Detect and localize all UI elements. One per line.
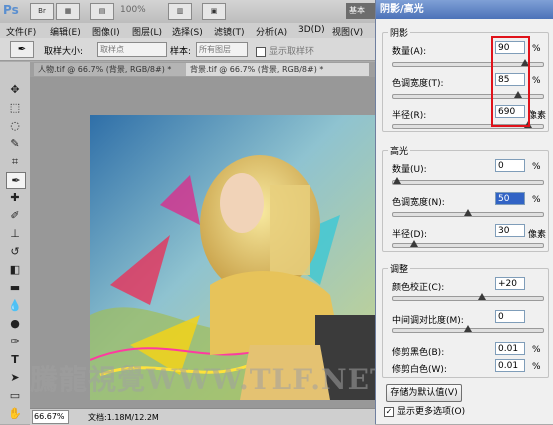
document-tabs: 人物.tif @ 66.7% (背景, RGB/8#) * 背景.tif @ 6…: [30, 62, 375, 77]
marquee-tool-icon[interactable]: ⬚: [6, 100, 24, 115]
crop-tool-icon[interactable]: ⌗: [6, 154, 24, 169]
highlight-annotation-box: [491, 36, 530, 127]
clip-white-input[interactable]: 0.01: [495, 359, 525, 372]
highlight-amount-input[interactable]: 0: [495, 159, 525, 172]
highlight-amount-slider[interactable]: [392, 177, 544, 185]
sample-size-label: 取样大小:: [44, 47, 84, 57]
minibridge-icon[interactable]: ▦: [56, 3, 80, 20]
toolbox: ✥ ⬚ ◌ ✎ ⌗ ✒ ✚ ✐ ⊥ ↺ ◧ ▬ 💧 ● ✑ T ➤ ▭ ✋: [0, 62, 31, 424]
highlight-tonal-slider[interactable]: [392, 209, 544, 217]
highlight-radius-input[interactable]: 30: [495, 224, 525, 237]
status-zoom[interactable]: 66.67%: [32, 410, 69, 424]
midtone-contrast-input[interactable]: 0: [495, 310, 525, 323]
menu-edit[interactable]: 编辑(E): [50, 25, 81, 38]
highlight-radius-unit: 像素: [528, 230, 547, 240]
clip-black-input[interactable]: 0.01: [495, 342, 525, 355]
highlight-tonal-label: 色调宽度(N):: [392, 198, 445, 208]
stamp-tool-icon[interactable]: ⊥: [6, 226, 24, 241]
color-correction-input[interactable]: +20: [495, 277, 525, 290]
shape-tool-icon[interactable]: ▭: [6, 388, 24, 403]
type-tool-icon[interactable]: T: [6, 352, 24, 367]
highlight-radius-slider[interactable]: [392, 240, 544, 248]
sample-size-select[interactable]: 取样点: [97, 42, 167, 57]
clip-black-label: 修剪黑色(B):: [392, 348, 445, 358]
midtone-contrast-slider[interactable]: [392, 325, 544, 333]
shadows-heading: 阴影: [388, 26, 411, 39]
color-correction-slider[interactable]: [392, 293, 544, 301]
eraser-tool-icon[interactable]: ◧: [6, 262, 24, 277]
dodge-tool-icon[interactable]: ●: [6, 316, 24, 331]
highlight-amount-unit: %: [532, 162, 541, 172]
arrange-docs-icon[interactable]: ▥: [168, 3, 192, 20]
shadow-radius-label: 半径(R):: [392, 111, 427, 121]
highlight-radius-label: 半径(D):: [392, 230, 427, 240]
save-default-button[interactable]: 存储为默认值(V): [386, 384, 462, 402]
menu-view[interactable]: 视图(V): [332, 25, 363, 38]
shadow-amount-label: 数量(A):: [392, 47, 427, 57]
healing-tool-icon[interactable]: ✚: [6, 190, 24, 205]
slider-thumb[interactable]: [464, 209, 472, 216]
menu-analysis[interactable]: 分析(A): [256, 25, 287, 38]
shadow-tonal-label: 色调宽度(T):: [392, 79, 444, 89]
highlights-heading: 高光: [388, 144, 411, 157]
view-extras-icon[interactable]: ▤: [90, 3, 114, 20]
history-brush-icon[interactable]: ↺: [6, 244, 24, 259]
shadow-tonal-unit: %: [532, 76, 541, 86]
sample-label: 样本:: [170, 47, 192, 57]
show-ring-checkbox[interactable]: 显示取样环: [256, 44, 314, 57]
status-bar: 66.67% 文档:1.18M/12.2M: [30, 408, 375, 425]
color-correction-label: 颜色校正(C):: [392, 283, 445, 293]
path-select-icon[interactable]: ➤: [6, 370, 24, 385]
move-tool-icon[interactable]: ✥: [6, 82, 24, 97]
menu-3d[interactable]: 3D(D): [298, 25, 325, 35]
highlight-tonal-unit: %: [532, 195, 541, 205]
menu-layer[interactable]: 图层(L): [132, 25, 162, 38]
gradient-tool-icon[interactable]: ▬: [6, 280, 24, 295]
menu-select[interactable]: 选择(S): [172, 25, 203, 38]
show-more-options-checkbox[interactable]: ✓ 显示更多选项(O): [384, 404, 465, 417]
slider-thumb[interactable]: [464, 325, 472, 332]
brush-tool-icon[interactable]: ✐: [6, 208, 24, 223]
slider-thumb[interactable]: [478, 293, 487, 300]
shadow-radius-unit: 像素: [528, 111, 547, 121]
dialog-title: 阴影/高光: [376, 0, 553, 19]
clip-black-unit: %: [532, 345, 541, 355]
menu-image[interactable]: 图像(I): [92, 25, 120, 38]
menu-file[interactable]: 文件(F): [6, 25, 36, 38]
midtone-contrast-label: 中间调对比度(M):: [392, 316, 464, 326]
status-doc-size: 文档:1.18M/12.2M: [88, 413, 159, 422]
checkbox-checked[interactable]: ✓: [384, 406, 394, 417]
quick-select-tool-icon[interactable]: ✎: [6, 136, 24, 151]
checkbox-box[interactable]: [256, 46, 266, 57]
menu-filter[interactable]: 滤镜(T): [214, 25, 245, 38]
show-more-label: 显示更多选项(O): [397, 407, 466, 417]
blur-tool-icon[interactable]: 💧: [6, 298, 24, 313]
pen-tool-icon[interactable]: ✑: [6, 334, 24, 349]
eyedropper-tool-icon[interactable]: ✒: [6, 172, 26, 189]
zoom-level[interactable]: 100%: [120, 5, 146, 15]
highlight-amount-label: 数量(U):: [392, 165, 427, 175]
tab-background[interactable]: 背景.tif @ 66.7% (背景, RGB/8#) *: [186, 63, 369, 76]
clip-white-label: 修剪白色(W):: [392, 365, 447, 375]
adjustments-heading: 调整: [388, 262, 411, 275]
shadow-amount-unit: %: [532, 44, 541, 54]
photoshop-logo: Ps: [3, 3, 19, 17]
tab-person[interactable]: 人物.tif @ 66.7% (背景, RGB/8#) *: [34, 63, 192, 76]
slider-thumb[interactable]: [393, 177, 401, 184]
slider-thumb[interactable]: [410, 240, 419, 247]
bridge-icon[interactable]: Br: [30, 3, 54, 20]
clip-white-unit: %: [532, 362, 541, 372]
eyedropper-preset-icon[interactable]: ✒: [10, 41, 34, 58]
show-ring-label: 显示取样环: [269, 47, 315, 57]
highlight-tonal-input[interactable]: 50: [495, 192, 525, 205]
options-bar: ✒ 取样大小: 取样点 样本: 所有图层 显示取样环: [0, 38, 375, 61]
screen-mode-icon[interactable]: ▣: [202, 3, 226, 20]
sample-select[interactable]: 所有图层: [196, 42, 248, 57]
menu-row: 文件(F) 编辑(E) 图像(I) 图层(L) 选择(S) 滤镜(T) 分析(A…: [0, 23, 375, 38]
hand-tool-icon[interactable]: ✋: [6, 406, 24, 421]
lasso-tool-icon[interactable]: ◌: [6, 118, 24, 133]
